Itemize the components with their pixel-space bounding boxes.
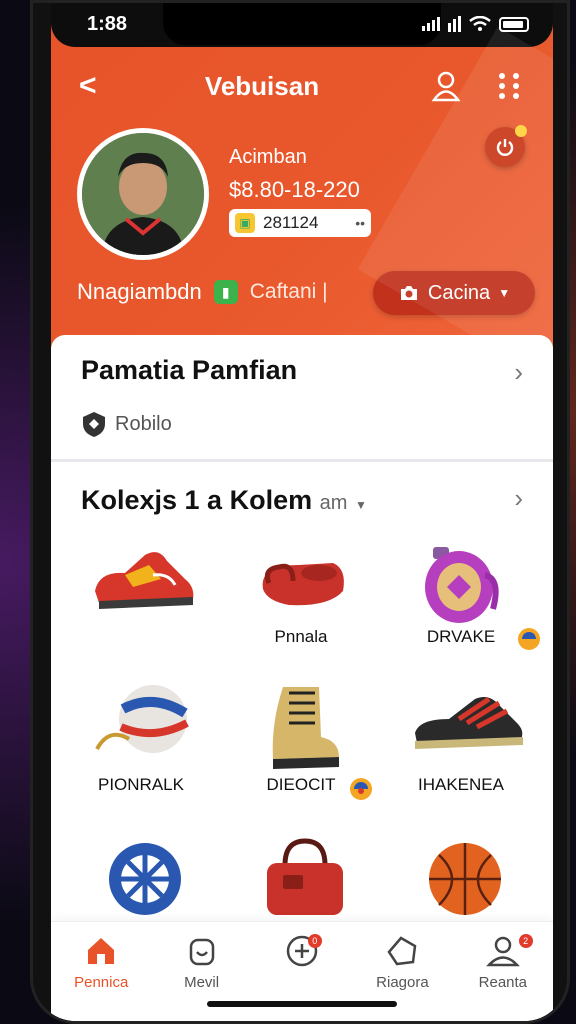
divider bbox=[51, 459, 553, 462]
chevron-right-icon[interactable]: › bbox=[514, 357, 523, 388]
tab-label: Reanta bbox=[478, 974, 528, 991]
section-sub-label: Robilo bbox=[115, 412, 172, 435]
top-nav: < Vebuisan bbox=[51, 65, 553, 105]
shield-icon bbox=[83, 412, 105, 437]
notification-badge: 0 bbox=[307, 934, 322, 948]
status-bar: 1:88 bbox=[51, 3, 553, 47]
bag-icon bbox=[267, 838, 343, 915]
profile-balance: $8.80-18-220 bbox=[229, 177, 360, 202]
collection-item[interactable]: PIONRALK bbox=[61, 683, 221, 813]
bag-icon bbox=[189, 938, 214, 966]
profile-header: 1:88 < Vebuisan Acimban $8.80-18-220 ▣ 2… bbox=[51, 3, 553, 363]
avatar[interactable] bbox=[77, 128, 209, 260]
status-time: 1:88 bbox=[87, 13, 128, 35]
section-more[interactable]: am bbox=[320, 492, 348, 514]
wifi-icon bbox=[469, 16, 491, 31]
notification-badge: 2 bbox=[518, 934, 533, 948]
camera-icon bbox=[400, 286, 417, 300]
ball-icon bbox=[95, 685, 189, 753]
backpack-icon bbox=[425, 547, 499, 623]
home-icon bbox=[88, 938, 115, 964]
page-title: Vebuisan bbox=[204, 71, 320, 101]
profile-meta: Nnagiambdn ▮ Caftani | bbox=[77, 279, 328, 305]
camera-label: Cacina bbox=[427, 281, 491, 304]
shoe-icon bbox=[95, 552, 194, 609]
camera-button[interactable]: Cacina ▼ bbox=[373, 271, 535, 315]
profile-info: Acimban $8.80-18-220 bbox=[229, 146, 360, 203]
user-icon bbox=[485, 936, 520, 967]
code-pill[interactable]: ▣ 281124 •• bbox=[229, 209, 371, 237]
chevron-down-small-icon: ▼ bbox=[354, 498, 367, 512]
item-label: Pnnala bbox=[274, 627, 328, 646]
collection-item[interactable]: Pnnala bbox=[221, 535, 381, 665]
item-label: PIONRALK bbox=[98, 775, 184, 794]
profile-tag: Caftani | bbox=[249, 280, 328, 303]
power-button[interactable] bbox=[485, 125, 527, 167]
profile-name: Acimban bbox=[229, 146, 307, 168]
notch bbox=[163, 3, 441, 45]
wheel-icon bbox=[109, 843, 181, 915]
tab-home[interactable]: Pennica bbox=[51, 922, 151, 1021]
more-dots: •• bbox=[355, 215, 365, 231]
verified-icon: ▮ bbox=[213, 280, 238, 304]
tab-add[interactable]: 0 bbox=[252, 922, 352, 1021]
home-indicator bbox=[207, 1001, 397, 1007]
collection-item[interactable] bbox=[61, 535, 221, 665]
bottom-tab-bar: Pennica Mevil 0 Riagora 2 Reanta bbox=[51, 921, 553, 1021]
battery-icon bbox=[499, 16, 529, 32]
section-title-1: Pamatia Pamfian bbox=[81, 355, 298, 385]
collection-item[interactable]: DIEOCIT bbox=[221, 683, 381, 813]
chevron-right-icon-2[interactable]: › bbox=[514, 483, 523, 514]
basketball-icon bbox=[429, 843, 501, 915]
grid-menu-icon[interactable] bbox=[493, 69, 527, 103]
badge-coin-icon bbox=[518, 628, 540, 650]
collection-item[interactable]: IHAKENEA bbox=[381, 683, 541, 813]
bag-icon bbox=[262, 563, 344, 606]
item-label: IHAKENEA bbox=[418, 775, 504, 794]
sneaker-icon bbox=[415, 696, 523, 749]
badge-coin-icon bbox=[350, 778, 372, 800]
code-value: 281124 bbox=[263, 213, 319, 232]
power-icon bbox=[496, 139, 514, 156]
tag-icon bbox=[387, 936, 417, 966]
phone-frame: 1:88 < Vebuisan Acimban $8.80-18-220 ▣ 2… bbox=[30, 0, 570, 1024]
chevron-down-icon: ▼ bbox=[498, 286, 511, 300]
tab-label: Mevil bbox=[184, 974, 220, 991]
signal-icon bbox=[422, 17, 440, 31]
ticket-icon: ▣ bbox=[235, 213, 255, 233]
section-title-2: Kolexjs 1 a Kolem am ▼ bbox=[81, 485, 367, 516]
tab-mevil[interactable]: Mevil bbox=[151, 922, 251, 1021]
avatar-photo bbox=[82, 133, 204, 255]
profile-handle: Nnagiambdn bbox=[77, 279, 202, 304]
section-sub[interactable]: Robilo bbox=[81, 410, 172, 438]
signal2-icon bbox=[448, 16, 461, 32]
tab-label: Riagora bbox=[376, 974, 429, 991]
boot-icon bbox=[272, 687, 339, 769]
tab-riagora[interactable]: Riagora bbox=[352, 922, 452, 1021]
status-icons bbox=[422, 16, 529, 32]
tab-reanta[interactable]: 2 Reanta bbox=[453, 922, 553, 1021]
collection-item[interactable]: DRVAKE bbox=[381, 535, 541, 665]
user-icon[interactable] bbox=[429, 69, 463, 103]
section-title-2-label: Kolexjs 1 a Kolem bbox=[81, 485, 313, 515]
tab-label: Pennica bbox=[74, 974, 129, 991]
app-screen: 1:88 < Vebuisan Acimban $8.80-18-220 ▣ 2… bbox=[51, 3, 553, 1021]
